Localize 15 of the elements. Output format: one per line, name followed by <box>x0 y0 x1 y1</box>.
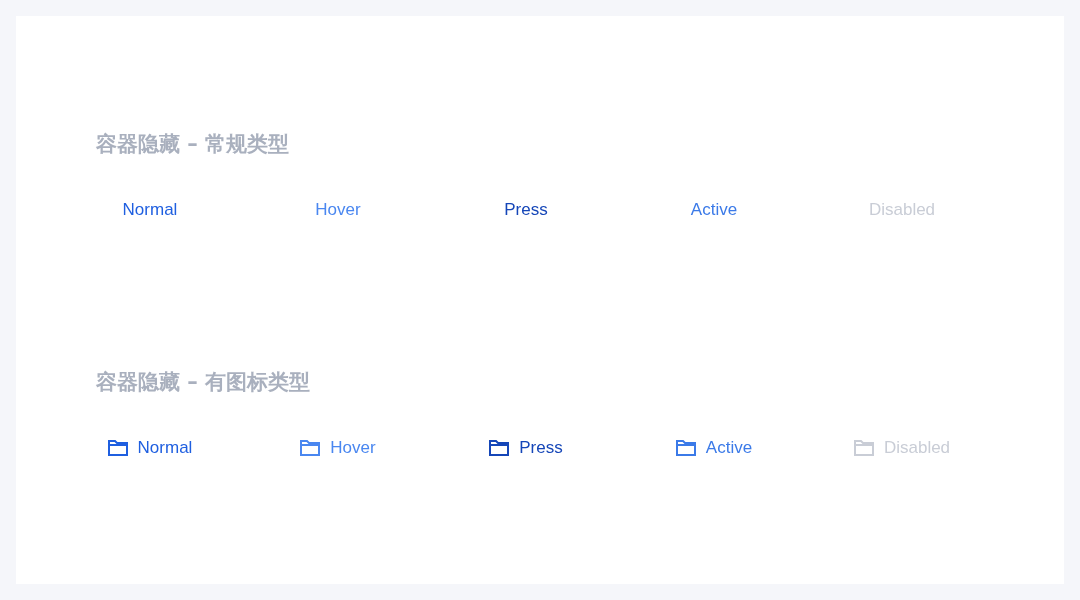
text-link[interactable]: Press <box>504 198 548 222</box>
folder-icon <box>489 440 510 456</box>
text-link[interactable]: Active <box>675 436 753 460</box>
text-link[interactable]: Press <box>489 436 563 460</box>
text-link[interactable]: Active <box>690 198 738 222</box>
folder-icon <box>675 440 696 456</box>
text-link[interactable]: Hover <box>300 436 376 460</box>
folder-icon <box>300 440 321 456</box>
text-link[interactable]: Normal <box>107 436 193 460</box>
section-title: 容器隐藏 – 常规类型 <box>96 131 291 158</box>
text-link[interactable]: Normal <box>122 198 178 222</box>
section-title: 容器隐藏 – 有图标类型 <box>96 369 312 396</box>
folder-icon <box>853 440 874 456</box>
text-link[interactable]: Hover <box>315 198 361 222</box>
folder-icon <box>107 440 128 456</box>
